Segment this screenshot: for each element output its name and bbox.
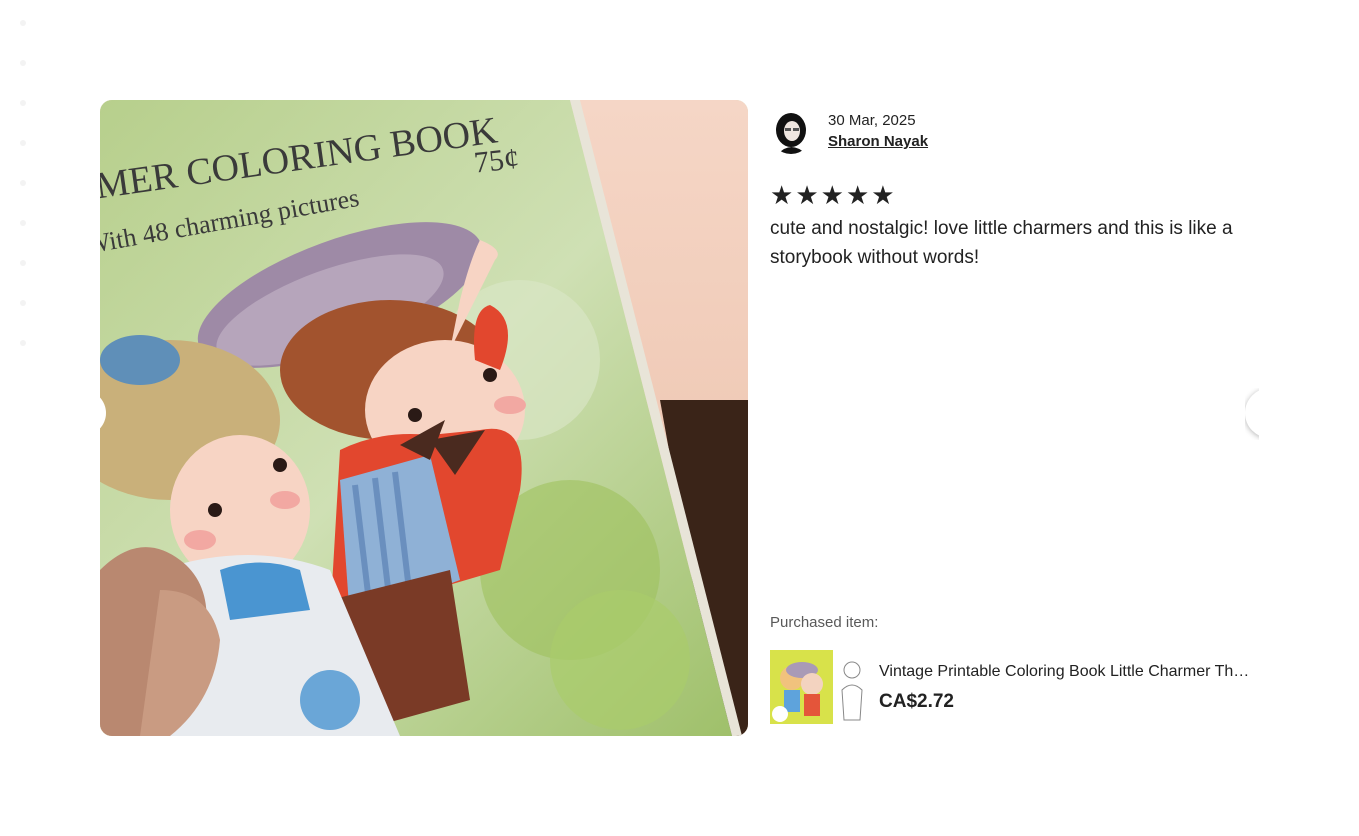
star-icon: ★ (845, 180, 870, 210)
reviewer-name-link[interactable]: Sharon Nayak (828, 131, 928, 153)
chevron-right-icon[interactable] (1245, 388, 1259, 440)
item-title[interactable]: Vintage Printable Coloring Book Little C… (879, 661, 1257, 683)
review-date: 30 Mar, 2025 (828, 112, 916, 129)
reviewer-meta: 30 Mar, 2025 Sharon Nayak (828, 111, 928, 153)
star-icon: ★ (820, 180, 844, 210)
item-info: Vintage Printable Coloring Book Little C… (879, 661, 1257, 713)
star-icon: ★ (795, 180, 819, 210)
side-dots (20, 20, 30, 380)
star-icon: ★ (871, 180, 895, 210)
review-photo[interactable]: RMER COLORING BOOK With 48 charming pict… (100, 100, 748, 736)
avatar[interactable] (770, 110, 812, 154)
review-page: RMER COLORING BOOK With 48 charming pict… (0, 0, 1359, 836)
purchased-item-link[interactable]: Vintage Printable Coloring Book Little C… (770, 650, 1257, 724)
review-text: cute and nostalgic! love little charmers… (770, 218, 1233, 268)
cover-price: 75¢ (472, 142, 520, 180)
reviewer-header: 30 Mar, 2025 Sharon Nayak (770, 110, 928, 154)
purchased-item-label: Purchased item: (770, 614, 879, 631)
star-icon: ★ (770, 180, 794, 210)
item-thumbnail (770, 650, 864, 724)
item-price: CA$2.72 (879, 691, 954, 712)
star-rating: ★ ★ ★ ★ ★ (770, 182, 895, 208)
coloring-book-photo-illustration: RMER COLORING BOOK With 48 charming pict… (100, 100, 748, 736)
